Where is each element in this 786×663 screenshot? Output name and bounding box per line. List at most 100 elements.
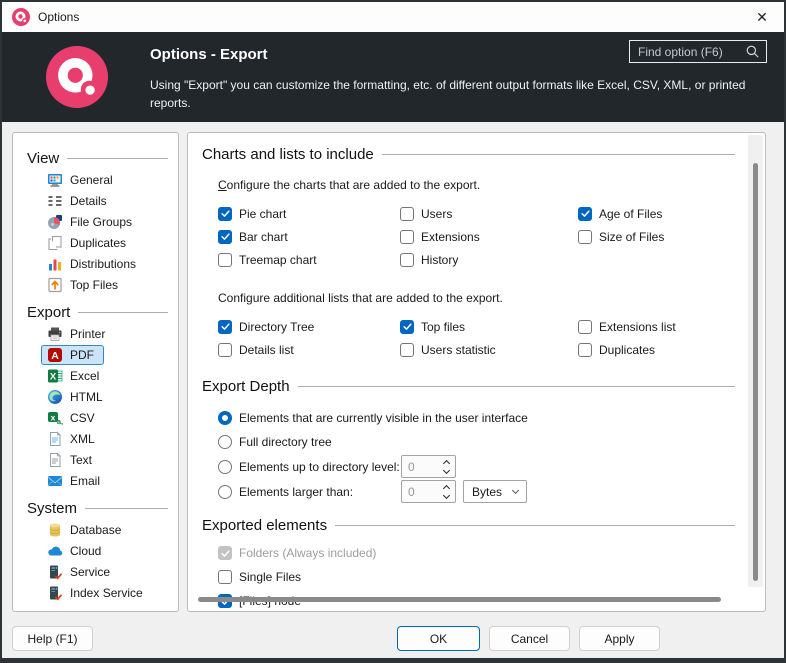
group-charts-and-lists: Charts and lists to include bbox=[202, 143, 735, 165]
export-depth-row: Elements that are currently visible in t… bbox=[218, 406, 735, 430]
sidebar-item-general[interactable]: General bbox=[41, 170, 123, 190]
vertical-scrollbar[interactable] bbox=[748, 135, 763, 587]
radio-elements-that-are-currently-visible-in-the-user-interface[interactable]: Elements that are currently visible in t… bbox=[218, 411, 528, 425]
dialog-body: ViewGeneral Details File Groups Duplicates D… bbox=[2, 122, 784, 617]
vertical-scrollbar-thumb[interactable] bbox=[753, 163, 758, 581]
find-option-input[interactable] bbox=[630, 45, 745, 59]
close-button[interactable]: ✕ bbox=[748, 5, 776, 29]
sidebar-item-label: Excel bbox=[70, 369, 99, 383]
unit-select[interactable]: Bytes bbox=[463, 480, 527, 503]
cancel-button[interactable]: Cancel bbox=[489, 626, 570, 651]
sidebar-item-text[interactable]: Text bbox=[41, 450, 102, 470]
database-icon bbox=[47, 522, 63, 538]
spinner-up-icon[interactable] bbox=[443, 459, 450, 466]
sidebar-item-email[interactable]: Email bbox=[41, 471, 110, 491]
sidebar-item-label: Index Service bbox=[70, 586, 143, 600]
spinner-elements-larger-than[interactable]: 0 bbox=[401, 480, 456, 503]
checkbox-details-list[interactable]: Details list bbox=[218, 338, 400, 361]
group-rule bbox=[382, 154, 735, 155]
find-option-box bbox=[629, 40, 767, 63]
group-export-depth: Export Depth bbox=[202, 375, 735, 397]
radio-elements-larger-than[interactable]: Elements larger than: bbox=[218, 485, 401, 499]
sidebar-section-view: View bbox=[13, 146, 178, 170]
sidebar-item-file-groups[interactable]: File Groups bbox=[41, 212, 142, 232]
sidebar-item-label: Distributions bbox=[70, 257, 136, 271]
sidebar-item-duplicates[interactable]: Duplicates bbox=[41, 233, 136, 253]
checkbox-top-files[interactable]: Top files bbox=[400, 315, 578, 338]
section-rule bbox=[85, 508, 168, 509]
excel-icon: X bbox=[47, 368, 63, 384]
horizontal-scrollbar-thumb[interactable] bbox=[198, 597, 721, 602]
checkbox-users[interactable]: Users bbox=[400, 202, 578, 225]
checkbox-box bbox=[218, 546, 232, 560]
checkbox-box bbox=[400, 253, 414, 267]
treesize-logo-icon bbox=[46, 46, 108, 108]
unit-select-value: Bytes bbox=[472, 485, 502, 499]
checkbox-label: Users statistic bbox=[421, 343, 496, 357]
help-button[interactable]: Help (F1) bbox=[12, 626, 93, 651]
checkbox-users-statistic[interactable]: Users statistic bbox=[400, 338, 578, 361]
duplicates-pages-icon bbox=[47, 235, 63, 251]
sidebar-item-distributions[interactable]: Distributions bbox=[41, 254, 146, 274]
sidebar-item-top-files[interactable]: Top Files bbox=[41, 275, 128, 295]
checkbox-age-of-files[interactable]: Age of Files bbox=[578, 202, 735, 225]
spinner-elements-up-to-directory-level[interactable]: 0 bbox=[401, 455, 456, 478]
sidebar-item-html[interactable]: HTML bbox=[41, 387, 113, 407]
monitor-icon bbox=[47, 172, 63, 188]
spinner-down-icon[interactable] bbox=[443, 466, 450, 473]
sidebar-item-pdf[interactable]: APDF bbox=[41, 345, 104, 365]
checkbox-treemap-chart[interactable]: Treemap chart bbox=[218, 248, 400, 271]
sidebar-item-csv[interactable]: xa,CSV bbox=[41, 408, 105, 428]
svg-text:A: A bbox=[51, 350, 59, 362]
sidebar-item-label: XML bbox=[70, 432, 95, 446]
sidebar-item-cloud[interactable]: Cloud bbox=[41, 541, 111, 561]
sidebar-item-database[interactable]: Database bbox=[41, 520, 131, 540]
checkbox-box bbox=[218, 320, 232, 334]
svg-text:X: X bbox=[50, 372, 57, 383]
checkbox-size-of-files[interactable]: Size of Files bbox=[578, 225, 735, 248]
checkbox-pie-chart[interactable]: Pie chart bbox=[218, 202, 400, 225]
checkbox-extensions[interactable]: Extensions bbox=[400, 225, 578, 248]
apply-button[interactable]: Apply bbox=[579, 626, 660, 651]
sidebar-item-label: File Groups bbox=[70, 215, 132, 229]
radio-label-text: Elements that are currently visible in t… bbox=[239, 411, 528, 425]
sidebar-item-printer[interactable]: Printer bbox=[41, 324, 115, 344]
sidebar-item-label: Top Files bbox=[70, 278, 118, 292]
sidebar: ViewGeneral Details File Groups Duplicates D… bbox=[12, 132, 179, 612]
checkbox-box bbox=[218, 230, 232, 244]
section-rule bbox=[78, 312, 168, 313]
checkbox-duplicates[interactable]: Duplicates bbox=[578, 338, 735, 361]
checkbox-single-files[interactable]: Single Files bbox=[218, 570, 735, 584]
checkbox-history[interactable]: History bbox=[400, 248, 578, 271]
checkbox-label: Size of Files bbox=[599, 230, 664, 244]
checkbox-label: Details list bbox=[239, 343, 294, 357]
sidebar-item-index-service[interactable]: Index Service bbox=[41, 583, 153, 603]
section-rule bbox=[67, 158, 168, 159]
ok-button[interactable]: OK bbox=[397, 626, 480, 651]
group-title: Exported elements bbox=[202, 517, 327, 534]
sidebar-item-label: Cloud bbox=[70, 544, 101, 558]
checkbox-bar-chart[interactable]: Bar chart bbox=[218, 225, 400, 248]
checkbox-directory-tree[interactable]: Directory Tree bbox=[218, 315, 400, 338]
pdf-icon: A bbox=[47, 347, 63, 363]
export-depth-row: Elements larger than:0 Bytes bbox=[218, 479, 735, 504]
sidebar-item-label: Details bbox=[70, 194, 107, 208]
checkbox-extensions-list[interactable]: Extensions list bbox=[578, 315, 735, 338]
radio-dot bbox=[218, 460, 232, 474]
radio-full-directory-tree[interactable]: Full directory tree bbox=[218, 435, 401, 449]
spinner-up-icon[interactable] bbox=[443, 484, 450, 491]
radio-dot bbox=[218, 435, 232, 449]
lists-subtitle: Configure additional lists that are adde… bbox=[218, 291, 735, 305]
export-depth-options: Elements that are currently visible in t… bbox=[202, 406, 735, 504]
radio-elements-up-to-directory-level[interactable]: Elements up to directory level: bbox=[218, 460, 401, 474]
charts-subtitle: Configure the charts that are added to t… bbox=[218, 178, 735, 192]
spinner-down-icon[interactable] bbox=[443, 491, 450, 498]
checkbox-box bbox=[578, 343, 592, 357]
group-rule bbox=[298, 386, 735, 387]
sidebar-item-xml[interactable]: XML bbox=[41, 429, 105, 449]
chevron-down-icon bbox=[512, 487, 519, 494]
sidebar-item-service[interactable]: Service bbox=[41, 562, 120, 582]
sidebar-item-excel[interactable]: X Excel bbox=[41, 366, 109, 386]
sidebar-item-details[interactable]: Details bbox=[41, 191, 117, 211]
horizontal-scrollbar[interactable] bbox=[198, 597, 737, 602]
